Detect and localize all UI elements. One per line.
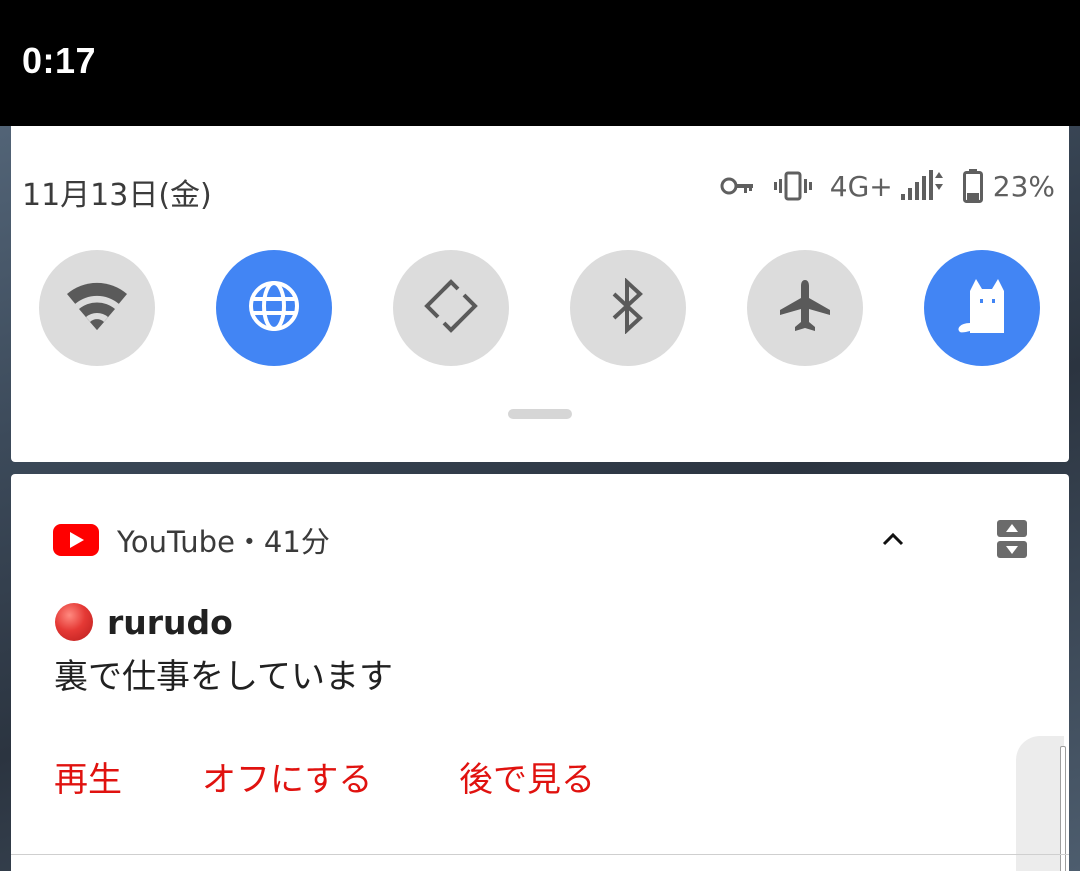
clock: 0:17 [22, 40, 97, 81]
battery-percent: 23% [992, 169, 1055, 203]
cat-icon [952, 277, 1012, 339]
snooze-button[interactable] [995, 520, 1029, 562]
globe-icon [247, 279, 301, 337]
quick-tiles [39, 250, 1041, 366]
wifi-icon [65, 280, 129, 336]
rotate-icon [422, 277, 480, 339]
vibrate-icon [773, 171, 812, 201]
date-label[interactable]: 11月13日(金) [22, 170, 212, 214]
tile-wifi[interactable] [39, 250, 155, 366]
youtube-notification[interactable]: YouTube・41分 rurudo 裏で仕事をしています 再生 オフにする 後… [11, 474, 1069, 871]
collapse-button[interactable] [877, 524, 909, 556]
scrollbar-thumb[interactable] [1060, 746, 1066, 871]
youtube-logo-icon [53, 524, 99, 556]
tile-globe[interactable] [216, 250, 332, 366]
scrollbar-track[interactable] [1016, 736, 1064, 871]
status-bar: 0:17 [0, 0, 1080, 126]
quick-settings-panel: 11月13日(金) 4G+ 23% [11, 126, 1069, 462]
tile-cat[interactable] [924, 250, 1040, 366]
signal-icon [899, 170, 945, 202]
tile-auto-rotate[interactable] [393, 250, 509, 366]
notification-body: 裏で仕事をしています [54, 657, 393, 697]
chevron-up-icon [882, 531, 904, 550]
vpn-key-icon [720, 176, 754, 196]
turn-off-action-button[interactable]: オフにする [202, 752, 372, 801]
watch-later-action-button[interactable]: 後で見る [459, 752, 595, 801]
network-type-label: 4G+ [829, 169, 893, 203]
notification-title: rurudo [55, 600, 233, 644]
battery-icon [962, 169, 983, 203]
tile-bluetooth[interactable] [570, 250, 686, 366]
airplane-icon [778, 278, 832, 338]
status-icons: 4G+ 23% [706, 166, 1055, 206]
app-name-time: YouTube・41分 [117, 525, 330, 559]
title-text: rurudo [107, 602, 233, 642]
tile-airplane[interactable] [747, 250, 863, 366]
play-action-button[interactable]: 再生 [54, 752, 122, 801]
expand-collapse-icon [997, 520, 1027, 562]
notification-header: YouTube・41分 [53, 520, 330, 560]
drag-handle[interactable] [508, 409, 572, 419]
red-circle-icon [55, 603, 93, 641]
bluetooth-icon [610, 277, 646, 338]
divider [11, 854, 1069, 855]
